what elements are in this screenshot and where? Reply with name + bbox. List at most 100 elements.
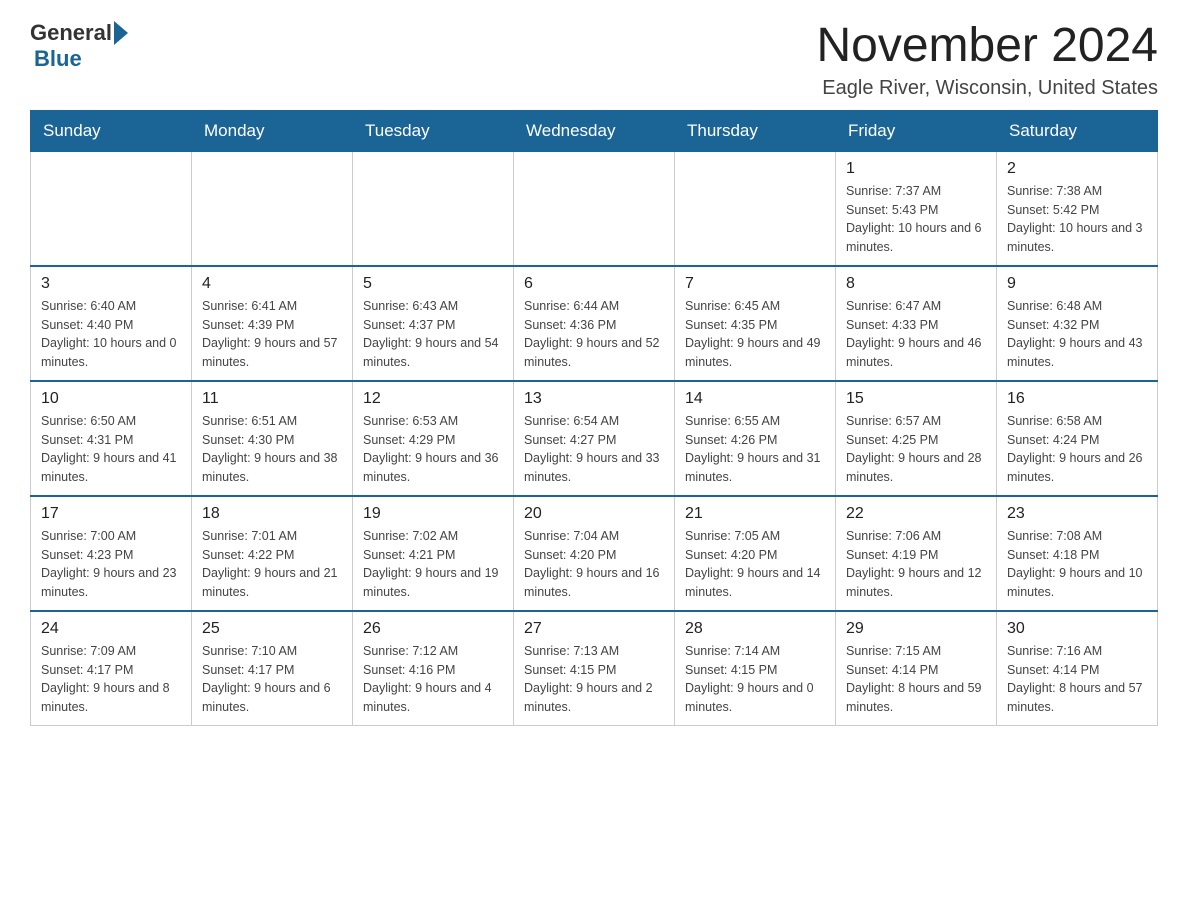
day-number: 17	[41, 505, 181, 523]
day-info: Sunrise: 7:09 AM Sunset: 4:17 PM Dayligh…	[41, 642, 181, 717]
day-number: 29	[846, 620, 986, 638]
calendar-cell: 19Sunrise: 7:02 AM Sunset: 4:21 PM Dayli…	[353, 496, 514, 611]
logo-arrow-icon	[114, 21, 128, 45]
day-info: Sunrise: 7:10 AM Sunset: 4:17 PM Dayligh…	[202, 642, 342, 717]
day-info: Sunrise: 6:47 AM Sunset: 4:33 PM Dayligh…	[846, 297, 986, 372]
calendar-cell: 3Sunrise: 6:40 AM Sunset: 4:40 PM Daylig…	[31, 266, 192, 381]
day-number: 25	[202, 620, 342, 638]
calendar-cell: 16 Sunrise: 6:58 AM Sunset: 4:24 PM Dayli…	[997, 381, 1158, 496]
day-number: 24	[41, 620, 181, 638]
calendar-cell: 11 Sunrise: 6:51 AM Sunset: 4:30 PM Dayli…	[192, 381, 353, 496]
calendar-cell: 14 Sunrise: 6:55 AM Sunset: 4:26 PM Dayli…	[675, 381, 836, 496]
day-number: 10	[41, 390, 181, 408]
calendar-cell: 12 Sunrise: 6:53 AM Sunset: 4:29 PM Dayli…	[353, 381, 514, 496]
day-info: Sunrise: 7:38 AM Sunset: 5:42 PM Dayligh…	[1007, 182, 1147, 257]
day-number: 30	[1007, 620, 1147, 638]
day-info: Sunrise: 7:16 AM Sunset: 4:14 PM Dayligh…	[1007, 642, 1147, 717]
day-info: Sunrise: 7:37 AM Sunset: 5:43 PM Dayligh…	[846, 182, 986, 257]
day-number: 4	[202, 275, 342, 293]
day-info: Sunrise: 7:08 AM Sunset: 4:18 PM Dayligh…	[1007, 527, 1147, 602]
day-number: 28	[685, 620, 825, 638]
day-number: 2	[1007, 160, 1147, 178]
calendar-day-header: Monday	[192, 110, 353, 151]
calendar-cell: 28 Sunrise: 7:14 AM Sunset: 4:15 PM Dayli…	[675, 611, 836, 726]
day-info: Sunrise: 6:45 AM Sunset: 4:35 PM Dayligh…	[685, 297, 825, 372]
day-number: 9	[1007, 275, 1147, 293]
month-title: November 2024	[816, 20, 1158, 73]
day-number: 14	[685, 390, 825, 408]
calendar-cell: 1Sunrise: 7:37 AM Sunset: 5:43 PM Daylig…	[836, 151, 997, 266]
day-info: Sunrise: 6:54 AM Sunset: 4:27 PM Dayligh…	[524, 412, 664, 487]
day-info: Sunrise: 6:41 AM Sunset: 4:39 PM Dayligh…	[202, 297, 342, 372]
calendar-cell: 5 Sunrise: 6:43 AM Sunset: 4:37 PM Daylig…	[353, 266, 514, 381]
day-info: Sunrise: 6:58 AM Sunset: 4:24 PM Dayligh…	[1007, 412, 1147, 487]
day-number: 12	[363, 390, 503, 408]
calendar-cell: 10 Sunrise: 6:50 AM Sunset: 4:31 PM Dayli…	[31, 381, 192, 496]
calendar-cell: 8 Sunrise: 6:47 AM Sunset: 4:33 PM Daylig…	[836, 266, 997, 381]
calendar-day-header: Tuesday	[353, 110, 514, 151]
calendar-cell: 15 Sunrise: 6:57 AM Sunset: 4:25 PM Dayli…	[836, 381, 997, 496]
day-number: 20	[524, 505, 664, 523]
calendar-cell	[675, 151, 836, 266]
calendar-table: SundayMondayTuesdayWednesdayThursdayFrid…	[30, 110, 1158, 726]
calendar-cell	[514, 151, 675, 266]
calendar-cell: 23 Sunrise: 7:08 AM Sunset: 4:18 PM Dayli…	[997, 496, 1158, 611]
calendar-day-header: Sunday	[31, 110, 192, 151]
calendar-cell: 24 Sunrise: 7:09 AM Sunset: 4:17 PM Dayli…	[31, 611, 192, 726]
day-info: Sunrise: 6:50 AM Sunset: 4:31 PM Dayligh…	[41, 412, 181, 487]
calendar-cell: 18Sunrise: 7:01 AM Sunset: 4:22 PM Dayli…	[192, 496, 353, 611]
day-info: Sunrise: 6:57 AM Sunset: 4:25 PM Dayligh…	[846, 412, 986, 487]
calendar-cell: 17 Sunrise: 7:00 AM Sunset: 4:23 PM Dayli…	[31, 496, 192, 611]
calendar-cell: 21 Sunrise: 7:05 AM Sunset: 4:20 PM Dayli…	[675, 496, 836, 611]
calendar-cell: 22 Sunrise: 7:06 AM Sunset: 4:19 PM Dayli…	[836, 496, 997, 611]
day-number: 15	[846, 390, 986, 408]
calendar-day-header: Saturday	[997, 110, 1158, 151]
calendar-cell: 13 Sunrise: 6:54 AM Sunset: 4:27 PM Dayli…	[514, 381, 675, 496]
day-number: 5	[363, 275, 503, 293]
day-number: 23	[1007, 505, 1147, 523]
day-info: Sunrise: 6:51 AM Sunset: 4:30 PM Dayligh…	[202, 412, 342, 487]
day-info: Sunrise: 6:53 AM Sunset: 4:29 PM Dayligh…	[363, 412, 503, 487]
day-number: 27	[524, 620, 664, 638]
calendar-day-header: Thursday	[675, 110, 836, 151]
calendar-cell: 30 Sunrise: 7:16 AM Sunset: 4:14 PM Dayli…	[997, 611, 1158, 726]
day-number: 22	[846, 505, 986, 523]
logo-general-text: General	[30, 20, 112, 46]
calendar-cell	[192, 151, 353, 266]
title-block: November 2024 Eagle River, Wisconsin, Un…	[816, 20, 1158, 100]
calendar-cell: 2 Sunrise: 7:38 AM Sunset: 5:42 PM Daylig…	[997, 151, 1158, 266]
calendar-day-header: Friday	[836, 110, 997, 151]
calendar-cell	[353, 151, 514, 266]
day-info: Sunrise: 7:14 AM Sunset: 4:15 PM Dayligh…	[685, 642, 825, 717]
day-info: Sunrise: 7:06 AM Sunset: 4:19 PM Dayligh…	[846, 527, 986, 602]
logo-blue-text: Blue	[34, 46, 82, 71]
calendar-cell: 25 Sunrise: 7:10 AM Sunset: 4:17 PM Dayli…	[192, 611, 353, 726]
logo: General Blue	[30, 20, 130, 72]
day-info: Sunrise: 6:48 AM Sunset: 4:32 PM Dayligh…	[1007, 297, 1147, 372]
day-number: 21	[685, 505, 825, 523]
calendar-cell: 27 Sunrise: 7:13 AM Sunset: 4:15 PM Dayli…	[514, 611, 675, 726]
calendar-cell: 20Sunrise: 7:04 AM Sunset: 4:20 PM Dayli…	[514, 496, 675, 611]
day-info: Sunrise: 6:43 AM Sunset: 4:37 PM Dayligh…	[363, 297, 503, 372]
day-number: 8	[846, 275, 986, 293]
day-info: Sunrise: 7:13 AM Sunset: 4:15 PM Dayligh…	[524, 642, 664, 717]
calendar-cell: 29 Sunrise: 7:15 AM Sunset: 4:14 PM Dayli…	[836, 611, 997, 726]
day-number: 6	[524, 275, 664, 293]
day-number: 26	[363, 620, 503, 638]
day-info: Sunrise: 6:55 AM Sunset: 4:26 PM Dayligh…	[685, 412, 825, 487]
day-number: 16	[1007, 390, 1147, 408]
calendar-cell: 9 Sunrise: 6:48 AM Sunset: 4:32 PM Daylig…	[997, 266, 1158, 381]
day-info: Sunrise: 7:01 AM Sunset: 4:22 PM Dayligh…	[202, 527, 342, 602]
calendar-cell: 26Sunrise: 7:12 AM Sunset: 4:16 PM Dayli…	[353, 611, 514, 726]
day-number: 13	[524, 390, 664, 408]
day-info: Sunrise: 6:44 AM Sunset: 4:36 PM Dayligh…	[524, 297, 664, 372]
day-number: 3	[41, 275, 181, 293]
location-subtitle: Eagle River, Wisconsin, United States	[816, 77, 1158, 100]
calendar-cell: 4 Sunrise: 6:41 AM Sunset: 4:39 PM Daylig…	[192, 266, 353, 381]
day-info: Sunrise: 7:00 AM Sunset: 4:23 PM Dayligh…	[41, 527, 181, 602]
day-info: Sunrise: 7:05 AM Sunset: 4:20 PM Dayligh…	[685, 527, 825, 602]
day-number: 11	[202, 390, 342, 408]
day-number: 7	[685, 275, 825, 293]
day-info: Sunrise: 7:15 AM Sunset: 4:14 PM Dayligh…	[846, 642, 986, 717]
calendar-cell: 6 Sunrise: 6:44 AM Sunset: 4:36 PM Daylig…	[514, 266, 675, 381]
